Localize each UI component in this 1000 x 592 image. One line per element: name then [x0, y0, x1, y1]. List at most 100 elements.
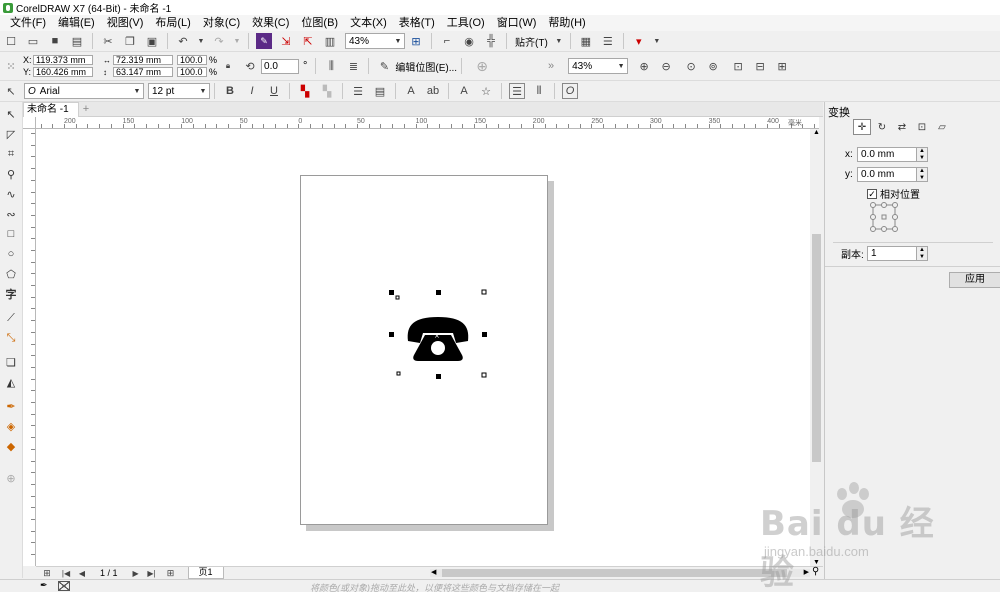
shape-tool-icon[interactable]: ◸ [3, 126, 19, 142]
horizontal-scroll-thumb[interactable] [442, 569, 787, 577]
underline-icon[interactable]: U [266, 83, 282, 99]
scroll-left-icon[interactable]: ◀ [431, 568, 436, 576]
zoom-all-objects-icon[interactable]: ⊚ [705, 58, 721, 74]
page-tab[interactable]: 页1 [187, 567, 224, 579]
show-rulers-icon[interactable]: ⌐ [439, 33, 455, 49]
eyedropper-tool-icon[interactable]: ✒ [3, 398, 19, 414]
bold-icon[interactable]: B [222, 83, 238, 99]
connector-tool-icon[interactable]: ⤡ [3, 330, 19, 346]
zoom-tool-icon[interactable]: ⚲ [3, 166, 19, 182]
smart-fill-icon[interactable]: ◆ [3, 438, 19, 454]
edit-bitmap-icon[interactable]: ✎ [376, 58, 392, 74]
height-input[interactable]: 63.147 mm [113, 67, 173, 77]
pick-tool-icon[interactable]: ↖ [3, 83, 19, 99]
undo-dropdown-icon[interactable]: ▼ [197, 33, 205, 49]
menu-edit[interactable]: 编辑(E) [52, 15, 101, 31]
interactive-opentype-icon[interactable]: O [562, 83, 578, 99]
save-icon[interactable]: ■ [47, 33, 63, 49]
vertical-scroll-thumb[interactable] [812, 234, 821, 462]
character-formatting-icon[interactable]: A [456, 83, 472, 99]
size-tab-icon[interactable]: ⊡ [913, 119, 931, 135]
add-tool-icon[interactable]: ⊕ [3, 470, 19, 486]
rotate-tab-icon[interactable]: ↻ [873, 119, 891, 135]
freehand-tool-icon[interactable]: ∿ [3, 186, 19, 202]
export-icon[interactable]: ⇱ [300, 33, 316, 49]
menu-window[interactable]: 窗口(W) [491, 15, 543, 31]
relative-position-checkbox[interactable]: ✓ [867, 188, 877, 199]
welcome-screen-icon[interactable]: ▦ [578, 33, 594, 49]
redo-dropdown-icon[interactable]: ▼ [233, 33, 241, 49]
scroll-up-icon[interactable]: ▲ [813, 129, 820, 136]
docker-x-spinner[interactable]: ▲ ▼ [917, 147, 928, 162]
menu-text[interactable]: 文本(X) [344, 15, 393, 31]
document-tab[interactable]: 未命名 -1 [23, 102, 79, 117]
import-icon[interactable]: ⇲ [278, 33, 294, 49]
zoom-level-combo-2[interactable]: 43% ▼ [568, 58, 629, 74]
bullet-list-icon[interactable]: ☰ [350, 83, 366, 99]
horizontal-scrollbar[interactable]: ◀ ▶ [430, 569, 810, 577]
menu-tools[interactable]: 工具(O) [441, 15, 491, 31]
copies-input[interactable]: 1 [867, 246, 917, 261]
position-tab-icon[interactable]: ✛ [853, 119, 871, 135]
drawing-canvas[interactable]: × [36, 129, 810, 566]
zoom-selected-icon[interactable]: ⊙ [683, 58, 699, 74]
menu-table[interactable]: 表格(T) [393, 15, 441, 31]
docker-y-spinner[interactable]: ▲ ▼ [917, 167, 928, 182]
color-eyedropper-icon[interactable]: ✒ [40, 580, 48, 591]
docker-x-input[interactable]: 0.0 mm [857, 147, 917, 162]
y-position-input[interactable]: 160.426 mm [33, 67, 93, 77]
reference-point-icon[interactable]: ⁙ [3, 58, 19, 74]
show-guidelines-icon[interactable]: ╬ [483, 33, 499, 49]
drop-shadow-icon[interactable]: ❏ [3, 354, 19, 370]
paste-icon[interactable]: ▣ [144, 33, 160, 49]
print-icon[interactable]: ▤ [69, 33, 85, 49]
add-icon[interactable]: ⊕ [474, 58, 490, 74]
pick-tool-icon[interactable]: ↖ [3, 106, 19, 122]
cut-icon[interactable]: ✂ [100, 33, 116, 49]
open-folder-icon[interactable]: ▭ [25, 33, 41, 49]
menu-object[interactable]: 对象(C) [197, 15, 246, 31]
horizontal-ruler[interactable]: 200 150 100 50 0 50 100 150 200 250 300 350 400 毫米 [36, 117, 819, 129]
zoom-in-icon[interactable]: ⊕ [636, 58, 652, 74]
zoom-level-combo[interactable]: 43% ▼ [345, 33, 405, 49]
vertical-text-icon[interactable]: ⦀ [531, 83, 547, 99]
interactive-fill-icon[interactable]: ◈ [3, 418, 19, 434]
no-color-swatch[interactable] [58, 581, 70, 591]
scale-width-input[interactable]: 100.0 [177, 55, 207, 65]
zoom-page-height-icon[interactable]: ⊞ [774, 58, 790, 74]
x-position-input[interactable]: 119.373 mm [33, 55, 93, 65]
redo-icon[interactable]: ↷ [211, 33, 227, 49]
menu-file[interactable]: 文件(F) [4, 15, 52, 31]
width-input[interactable]: 72.319 mm [113, 55, 173, 65]
drop-cap-icon[interactable]: ▤ [372, 83, 388, 99]
text-properties-icon[interactable]: A [403, 83, 419, 99]
menu-help[interactable]: 帮助(H) [542, 15, 591, 31]
telephone-icon[interactable]: × [407, 317, 469, 361]
search-content-icon[interactable]: ✎ [256, 33, 272, 49]
mirror-vertical-icon[interactable]: ≣ [345, 58, 361, 74]
menu-view[interactable]: 视图(V) [101, 15, 150, 31]
snap-dropdown-icon[interactable]: ▼ [555, 33, 563, 49]
scale-height-input[interactable]: 100.0 [177, 67, 207, 77]
new-tab-plus-icon[interactable]: + [80, 103, 92, 115]
rotation-input[interactable]: 0.0 [261, 58, 300, 74]
show-grid-icon[interactable]: ◉ [461, 33, 477, 49]
horizontal-text-icon[interactable]: ☰ [509, 83, 525, 99]
star-icon[interactable]: ☆ [478, 83, 494, 99]
crop-tool-icon[interactable]: ⌗ [3, 146, 19, 162]
text-background-icon[interactable]: ▚ [319, 83, 335, 99]
launcher-dropdown-icon[interactable]: ▼ [653, 33, 661, 49]
text-tool-icon[interactable]: 字 [3, 286, 19, 302]
undo-icon[interactable]: ↶ [175, 33, 191, 49]
menu-effects[interactable]: 效果(C) [246, 15, 295, 31]
skew-tab-icon[interactable]: ▱ [933, 119, 951, 135]
copies-spinner[interactable]: ▲ ▼ [917, 246, 928, 261]
snap-to-menu[interactable]: 贴齐(T) [515, 34, 548, 49]
mirror-horizontal-icon[interactable]: ⫼ [323, 58, 339, 74]
options-icon[interactable]: ☰ [600, 33, 616, 49]
parallel-dimension-icon[interactable]: ⟋ [3, 310, 19, 326]
transparency-tool-icon[interactable]: ◭ [3, 374, 19, 390]
menu-layout[interactable]: 布局(L) [149, 15, 196, 31]
italic-icon[interactable]: I [244, 83, 260, 99]
rectangle-tool-icon[interactable]: □ [3, 226, 19, 242]
